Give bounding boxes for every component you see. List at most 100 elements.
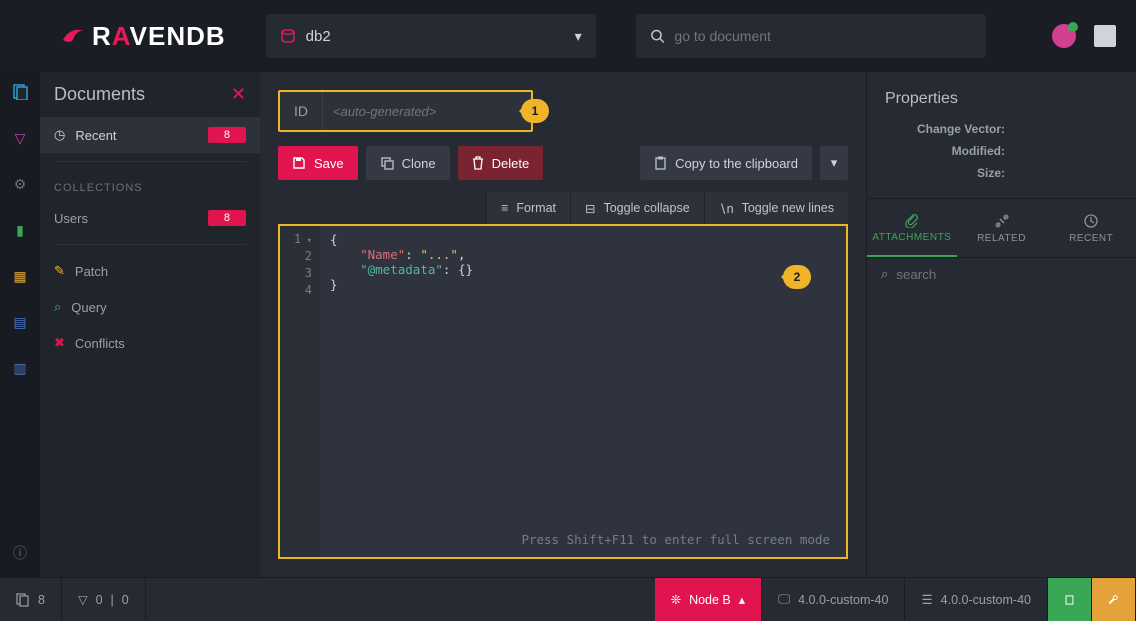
toggle-collapse-tab[interactable]: ⊟ Toggle collapse bbox=[570, 192, 704, 224]
id-label: ID bbox=[280, 92, 323, 130]
main-row: ▽ ⚙ ▮ ▦ ▤ ▥ ⓘ Documents ✕ ◷ Recent 8 COL… bbox=[0, 72, 1136, 577]
footer-index-status[interactable]: ▽ 0 | 0 bbox=[62, 578, 146, 621]
idx-a: 0 bbox=[96, 593, 103, 607]
trash-icon bbox=[472, 156, 484, 170]
monitor-icon: 🖵 bbox=[778, 592, 790, 607]
sidebar-item-label: Patch bbox=[75, 264, 108, 279]
save-icon bbox=[292, 156, 306, 170]
server-icon: ☰ bbox=[921, 592, 932, 607]
clipboard-icon bbox=[654, 156, 667, 170]
wrench-icon bbox=[1108, 592, 1119, 608]
newlines-label: Toggle new lines bbox=[742, 201, 834, 215]
caret-up-icon: ▴ bbox=[739, 592, 745, 607]
rail-settings-icon[interactable]: ⚙ bbox=[12, 176, 28, 192]
nav-rail: ▽ ⚙ ▮ ▦ ▤ ▥ ⓘ bbox=[0, 72, 40, 577]
brand-logo: RAVENDB bbox=[60, 21, 226, 52]
sidebar-item-recent[interactable]: ◷ Recent 8 bbox=[40, 117, 260, 153]
align-icon: ≡ bbox=[501, 201, 508, 215]
document-ok-icon bbox=[1064, 592, 1075, 608]
close-icon[interactable]: ✕ bbox=[231, 84, 246, 105]
footer-client-version[interactable]: 🖵 4.0.0-custom-40 bbox=[762, 578, 905, 621]
collapse-label: Toggle collapse bbox=[603, 201, 689, 215]
clipboard-label: Copy to the clipboard bbox=[675, 156, 798, 171]
database-name: db2 bbox=[306, 28, 331, 45]
goto-document-search[interactable] bbox=[636, 14, 986, 58]
tab-attachments[interactable]: ATTACHMENTS bbox=[867, 199, 957, 257]
rail-manage-icon[interactable]: ▤ bbox=[12, 314, 28, 330]
document-editor-area: ID 1 Save Clone Delete bbox=[260, 72, 866, 577]
clone-button[interactable]: Clone bbox=[366, 146, 450, 180]
copy-clipboard-button[interactable]: Copy to the clipboard bbox=[640, 146, 812, 180]
toggle-newlines-tab[interactable]: ∖n Toggle new lines bbox=[704, 192, 848, 224]
tab-label: RELATED bbox=[977, 233, 1026, 244]
sidebar-title: Documents bbox=[54, 84, 145, 105]
json-editor[interactable]: 1234 { "Name": "...", "@metadata": {} } … bbox=[278, 224, 848, 559]
sidebar-item-conflicts[interactable]: ✖ Conflicts bbox=[40, 325, 260, 361]
sidebar-item-query[interactable]: ⌕ Query bbox=[40, 289, 260, 325]
delete-button[interactable]: Delete bbox=[458, 146, 544, 180]
rail-stats-icon[interactable]: ▮ bbox=[12, 222, 28, 238]
sidebar-item-label: Users bbox=[54, 211, 88, 226]
format-tab[interactable]: ≡ Format bbox=[486, 192, 570, 224]
editor-gutter: 1234 bbox=[280, 226, 320, 557]
footer-tools[interactable] bbox=[1092, 578, 1136, 621]
rail-server-icon[interactable]: ▥ bbox=[12, 360, 28, 376]
callout-1: 1 bbox=[521, 98, 549, 124]
feedback-icon[interactable] bbox=[1094, 25, 1116, 47]
cluster-icon: ❊ bbox=[671, 592, 681, 607]
recent-badge: 8 bbox=[208, 127, 246, 143]
document-id-input[interactable] bbox=[323, 104, 521, 119]
goto-document-input[interactable] bbox=[674, 28, 971, 44]
save-button[interactable]: Save bbox=[278, 146, 358, 180]
idx-b: 0 bbox=[122, 593, 129, 607]
footer: 8 ▽ 0 | 0 ❊ Node B ▴ 🖵 4.0.0-custom-40 ☰… bbox=[0, 577, 1136, 621]
sidebar-item-patch[interactable]: ✎ Patch bbox=[40, 253, 260, 289]
callout-2: 2 bbox=[780, 264, 814, 290]
properties-search[interactable]: ⌕ bbox=[867, 258, 1136, 290]
brand-accent: A bbox=[112, 21, 130, 51]
rail-indexes-icon[interactable]: ▽ bbox=[12, 130, 28, 146]
properties-search-input[interactable] bbox=[896, 267, 1122, 282]
documents-icon bbox=[16, 593, 30, 607]
topbar: RAVENDB db2 ▾ bbox=[0, 0, 1136, 72]
sidebar-item-label: Recent bbox=[75, 128, 116, 143]
footer-license-ok[interactable] bbox=[1048, 578, 1092, 621]
node-label: Node B bbox=[689, 593, 731, 607]
footer-doc-count[interactable]: 8 bbox=[0, 578, 62, 621]
properties-tabs: ATTACHMENTS RELATED RECENT bbox=[867, 198, 1136, 258]
format-label: Format bbox=[516, 201, 556, 215]
footer-server-version[interactable]: ☰ 4.0.0-custom-40 bbox=[905, 578, 1048, 621]
clipboard-dropdown[interactable]: ▾ bbox=[820, 146, 848, 180]
rail-about-icon[interactable]: ⓘ bbox=[12, 545, 28, 561]
fullscreen-hint: Press Shift+F11 to enter full screen mod… bbox=[521, 532, 830, 547]
tab-recent[interactable]: RECENT bbox=[1046, 199, 1136, 257]
change-vector-label: Change Vector: bbox=[885, 122, 1005, 136]
footer-node[interactable]: ❊ Node B ▴ bbox=[655, 578, 762, 621]
chevron-down-icon: ▾ bbox=[575, 28, 582, 45]
modified-label: Modified: bbox=[885, 144, 1005, 158]
rail-documents-icon[interactable] bbox=[12, 84, 28, 100]
clock-icon: ◷ bbox=[54, 127, 65, 143]
patch-icon: ✎ bbox=[54, 263, 65, 279]
editor-code[interactable]: { "Name": "...", "@metadata": {} } bbox=[320, 226, 846, 557]
search-icon: ⌕ bbox=[881, 266, 888, 282]
query-icon: ⌕ bbox=[54, 299, 61, 315]
brand-suffix: VENDB bbox=[130, 21, 226, 51]
paperclip-icon bbox=[904, 212, 920, 228]
collections-heading: COLLECTIONS bbox=[40, 170, 260, 200]
database-selector[interactable]: db2 ▾ bbox=[266, 14, 596, 58]
action-button-row: Save Clone Delete Copy to the clipboard … bbox=[278, 146, 848, 180]
conflicts-icon: ✖ bbox=[54, 335, 65, 351]
size-label: Size: bbox=[885, 166, 1005, 180]
separator: | bbox=[111, 593, 114, 607]
editor-tool-tabs: ≡ Format ⊟ Toggle collapse ∖n Toggle new… bbox=[278, 192, 848, 224]
index-icon: ▽ bbox=[78, 592, 88, 607]
tab-related[interactable]: RELATED bbox=[957, 199, 1047, 257]
status-indicator-icon[interactable] bbox=[1052, 24, 1076, 48]
sidebar-item-users[interactable]: Users 8 bbox=[40, 200, 260, 236]
collapse-icon: ⊟ bbox=[585, 201, 595, 216]
sidebar-item-label: Conflicts bbox=[75, 336, 125, 351]
rail-tasks-icon[interactable]: ▦ bbox=[12, 268, 28, 284]
clone-icon bbox=[380, 156, 394, 170]
link-icon bbox=[994, 213, 1010, 229]
